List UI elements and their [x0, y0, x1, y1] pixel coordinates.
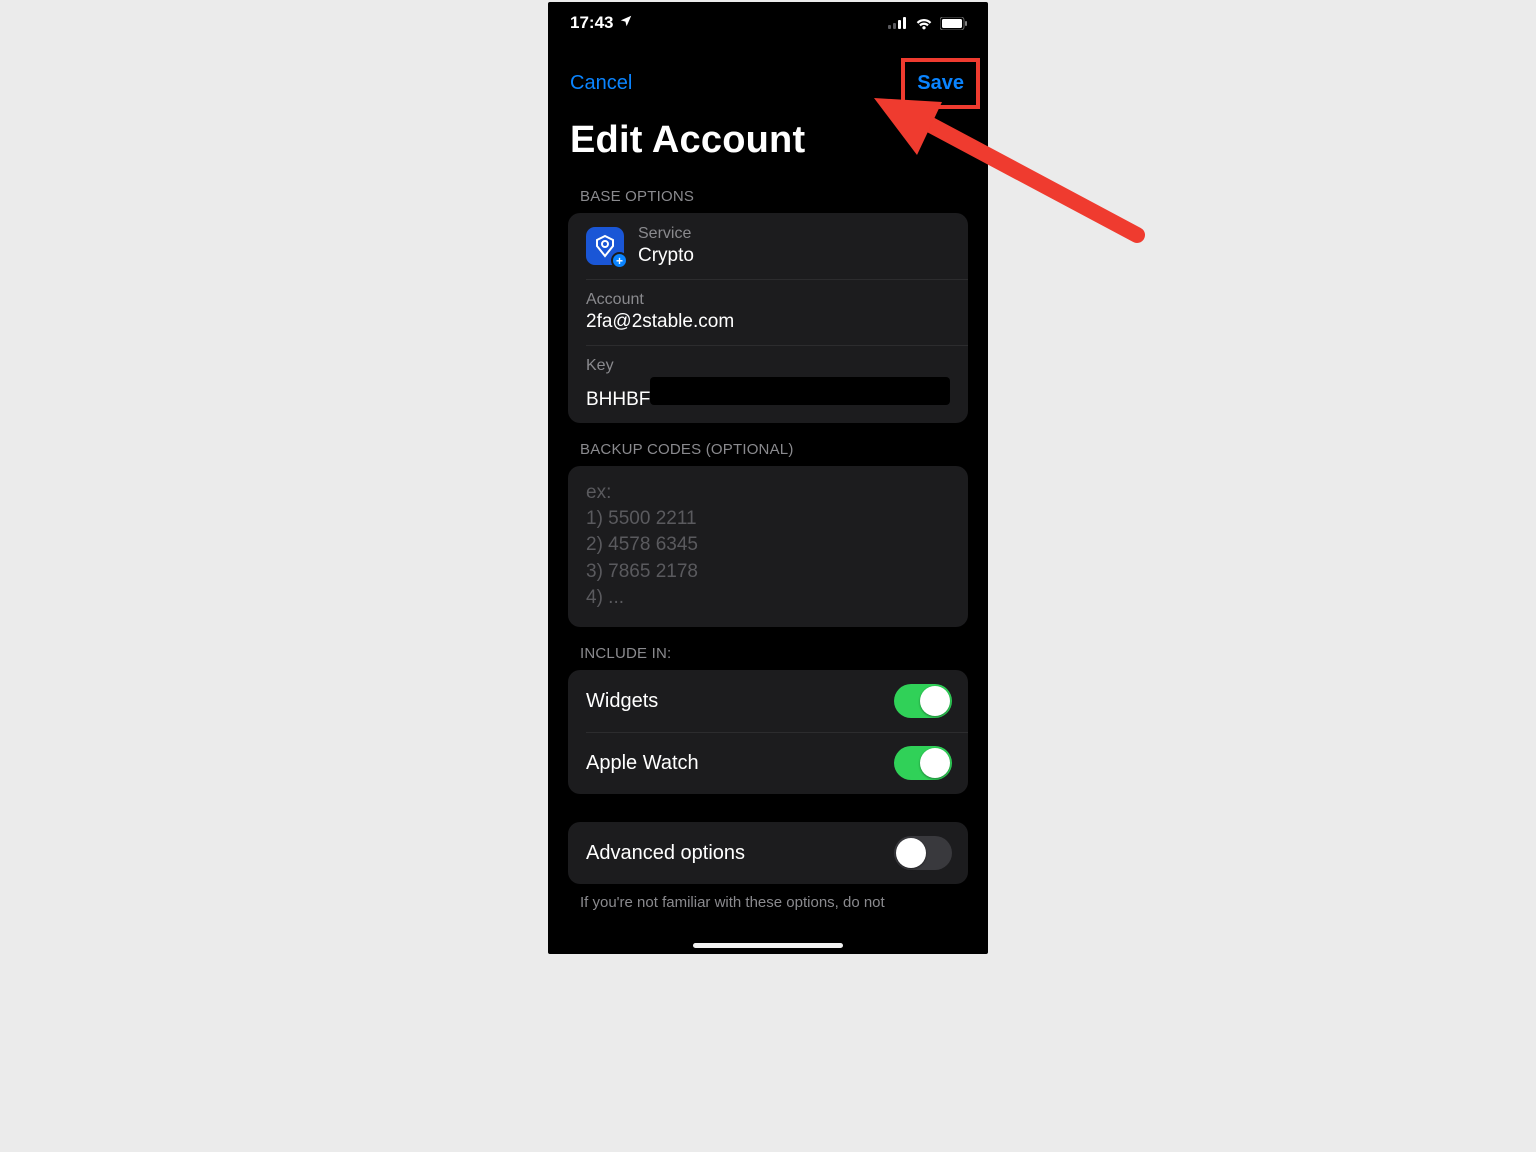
phone-screen: 17:43 [548, 2, 988, 954]
key-label: Key [586, 357, 950, 375]
widgets-row: Widgets [568, 670, 968, 732]
advanced-toggle[interactable] [894, 836, 952, 870]
cellular-icon [888, 17, 908, 29]
service-row[interactable]: + Service Crypto [568, 213, 968, 279]
applewatch-toggle[interactable] [894, 746, 952, 780]
save-highlight-box: Save [901, 58, 980, 109]
key-redaction-mask [650, 377, 950, 405]
status-bar: 17:43 [548, 2, 988, 44]
include-in-group: Widgets Apple Watch [568, 670, 968, 794]
applewatch-row: Apple Watch [568, 732, 968, 794]
key-visible: BHHBF [586, 389, 650, 411]
backup-codes-textarea[interactable]: ex: 1) 5500 2211 2) 4578 6345 3) 7865 21… [568, 466, 968, 627]
advanced-group: Advanced options [568, 822, 968, 884]
include-in-header: INCLUDE IN: [548, 627, 988, 670]
service-icon: + [586, 227, 624, 265]
location-icon [619, 13, 633, 33]
base-options-header: BASE OPTIONS [548, 170, 988, 213]
wifi-icon [915, 17, 933, 30]
home-indicator[interactable] [693, 943, 843, 948]
service-label: Service [638, 225, 694, 243]
cancel-button[interactable]: Cancel [570, 72, 632, 95]
service-value: Crypto [638, 245, 694, 267]
applewatch-label: Apple Watch [586, 752, 699, 775]
base-options-group: + Service Crypto Account 2fa@2stable.com… [568, 213, 968, 423]
account-label: Account [586, 291, 950, 309]
widgets-label: Widgets [586, 690, 658, 713]
advanced-footer: If you're not familiar with these option… [548, 884, 988, 911]
account-value: 2fa@2stable.com [586, 311, 950, 333]
key-row[interactable]: Key BHHBF [568, 345, 968, 423]
battery-icon [940, 17, 968, 30]
nav-bar: Cancel Save [548, 44, 988, 109]
add-badge-icon: + [611, 252, 628, 269]
account-row[interactable]: Account 2fa@2stable.com [568, 279, 968, 345]
page-title: Edit Account [548, 109, 988, 170]
backup-codes-header: BACKUP CODES (OPTIONAL) [548, 423, 988, 466]
status-time: 17:43 [570, 13, 613, 33]
widgets-toggle[interactable] [894, 684, 952, 718]
advanced-row: Advanced options [568, 822, 968, 884]
advanced-label: Advanced options [586, 842, 745, 865]
save-button[interactable]: Save [917, 72, 964, 95]
